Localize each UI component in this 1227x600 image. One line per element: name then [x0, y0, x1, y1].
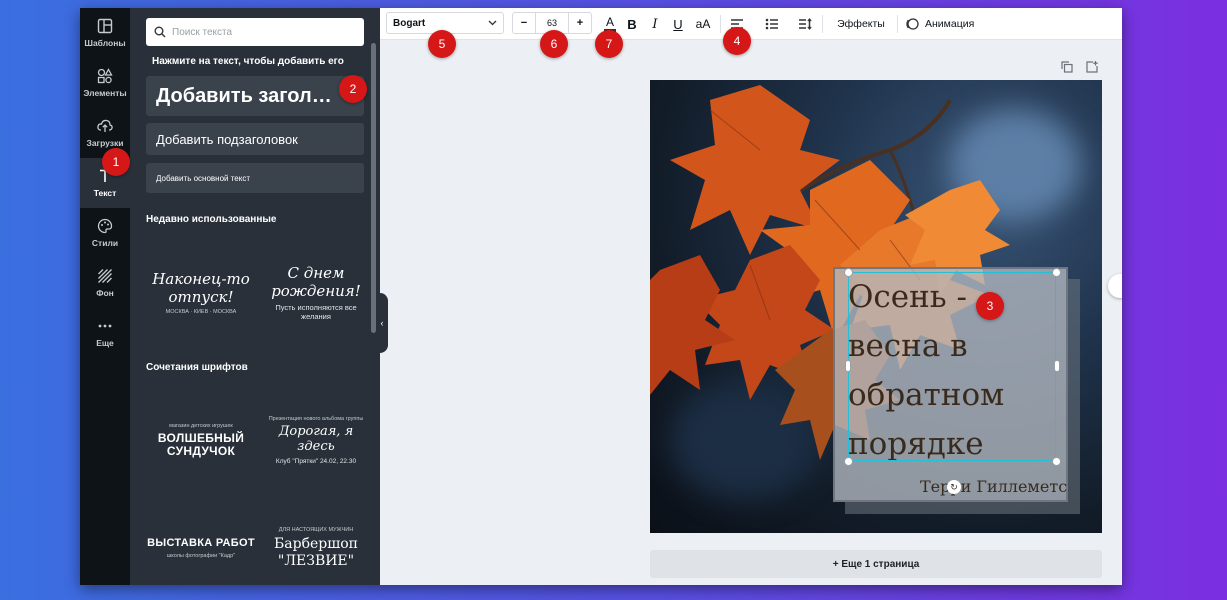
- font-family-value: Bogart: [393, 17, 426, 29]
- rail-item-label: Элементы: [83, 88, 127, 98]
- text-toolbar: Bogart − 63 + A B I U aA Эффекты Анимаци…: [380, 8, 1122, 40]
- rail-item-label: Фон: [96, 288, 114, 298]
- resize-handle[interactable]: [844, 268, 853, 277]
- template-main-text: Наконец-то отпуск!: [152, 270, 250, 306]
- template-top-text: Презентация нового альбома группы: [268, 415, 364, 422]
- rail-item-elements[interactable]: Элементы: [80, 58, 130, 108]
- combos-section-title: Сочетания шрифтов: [146, 362, 248, 373]
- background-icon: [96, 268, 114, 284]
- search-box[interactable]: [146, 18, 364, 46]
- add-more-pages-button[interactable]: + Еще 1 страница: [650, 550, 1102, 578]
- chevron-down-icon: [488, 20, 497, 26]
- font-size-decrease-button[interactable]: −: [513, 13, 535, 33]
- add-body-text-button[interactable]: Добавить основной текст: [146, 163, 364, 193]
- combo-template-toy-shop[interactable]: магазин детских игрушек ВОЛШЕБНЫЙ СУНДУЧ…: [146, 393, 256, 488]
- template-sub-text: школы фотографии "Кадр": [166, 552, 236, 559]
- template-main-text: Барбершоп "ЛЕЗВИЕ": [273, 536, 359, 569]
- add-page-icon: [1086, 61, 1098, 73]
- duplicate-page-button[interactable]: [1061, 61, 1073, 76]
- add-page-button[interactable]: [1086, 61, 1098, 76]
- annotation-badge: 3: [976, 292, 1004, 320]
- rail-item-label: Еще: [96, 338, 114, 348]
- rail-item-label: Стили: [91, 238, 119, 248]
- recent-section-title: Недавно использованные: [146, 214, 277, 225]
- text-selection-box[interactable]: [848, 272, 1056, 461]
- template-main-text: Дорогая, я здесь: [278, 423, 354, 454]
- template-sub-text: Пусть исполняются все желания: [275, 302, 357, 321]
- italic-button[interactable]: I: [648, 14, 662, 34]
- combo-template-barbershop[interactable]: ДЛЯ НАСТОЯЩИХ МУЖЧИН Барбершоп "ЛЕЗВИЕ": [260, 513, 372, 583]
- resize-handle[interactable]: [1054, 360, 1060, 372]
- rail-item-more[interactable]: Еще: [80, 308, 130, 358]
- author-text[interactable]: Терри Гиллеметс: [920, 477, 1067, 496]
- combo-template-exhibition[interactable]: ВЫСТАВКА РАБОТ школы фотографии "Кадр": [146, 513, 256, 583]
- templates-icon: [96, 18, 114, 34]
- toolbar-divider: [897, 15, 898, 33]
- template-sub-text: Клуб "Прятки" 24.02, 22.30: [275, 457, 357, 465]
- elements-icon: [96, 68, 114, 84]
- palette-icon: [96, 218, 114, 234]
- annotation-badge: 7: [595, 30, 623, 58]
- animation-icon: [906, 18, 919, 30]
- rail-item-styles[interactable]: Стили: [80, 208, 130, 258]
- duplicate-icon: [1061, 61, 1073, 73]
- template-main-text: ВЫСТАВКА РАБОТ: [147, 537, 255, 550]
- template-main-text: С днем рождения!: [271, 264, 361, 300]
- combo-template-album[interactable]: Презентация нового альбома группы Дорога…: [260, 388, 372, 493]
- template-top-text: магазин детских игрушек: [169, 422, 233, 429]
- more-icon: [96, 318, 114, 334]
- zoom-button[interactable]: [1108, 274, 1122, 298]
- animation-label: Анимация: [925, 18, 975, 30]
- search-icon: [154, 26, 166, 38]
- annotation-badge: 1: [102, 148, 130, 176]
- recent-template-birthday[interactable]: С днем рождения! Пусть исполняются все ж…: [260, 248, 372, 338]
- panel-scrollbar[interactable]: [371, 43, 376, 333]
- toolbar-divider: [822, 15, 823, 33]
- effects-button[interactable]: Эффекты: [830, 14, 892, 34]
- upload-icon: [96, 118, 114, 134]
- panel-hint: Нажмите на текст, чтобы добавить его: [152, 56, 344, 67]
- annotation-badge: 2: [339, 75, 367, 103]
- bullet-list-icon: [765, 18, 778, 30]
- line-spacing-icon: [799, 18, 812, 30]
- rail-item-label: Загрузки: [86, 138, 124, 148]
- letter-case-button[interactable]: aA: [693, 14, 713, 34]
- rail-item-background[interactable]: Фон: [80, 258, 130, 308]
- left-rail: Шаблоны Элементы Загрузки Текст Стили Фо…: [80, 8, 130, 585]
- annotation-badge: 6: [540, 30, 568, 58]
- rail-item-templates[interactable]: Шаблоны: [80, 8, 130, 58]
- toolbar-divider: [720, 15, 721, 33]
- editor-window: Шаблоны Элементы Загрузки Текст Стили Фо…: [80, 8, 1122, 585]
- animation-button[interactable]: Анимация: [905, 14, 985, 34]
- template-main-text: ВОЛШЕБНЫЙ СУНДУЧОК: [157, 430, 245, 458]
- design-canvas[interactable]: Осень - весна в обратном порядке Терри Г…: [650, 80, 1102, 533]
- search-input[interactable]: [172, 26, 352, 38]
- template-top-text: ДЛЯ НАСТОЯЩИХ МУЖЧИН: [278, 527, 354, 534]
- rotate-handle[interactable]: ↻: [947, 480, 961, 494]
- template-sub-text: МОСКВА · КИЕВ · МОСКВА: [165, 308, 237, 315]
- list-button[interactable]: [763, 14, 781, 34]
- resize-handle[interactable]: [1052, 268, 1061, 277]
- add-subheading-button[interactable]: Добавить подзаголовок: [146, 123, 364, 155]
- spacing-button[interactable]: [796, 14, 814, 34]
- collapse-panel-button[interactable]: ‹: [376, 293, 388, 353]
- recent-template-vacation[interactable]: Наконец-то отпуск! МОСКВА · КИЕВ · МОСКВ…: [146, 248, 256, 338]
- annotation-badge: 4: [723, 27, 751, 55]
- add-heading-button[interactable]: Добавить загол…: [146, 76, 364, 116]
- bold-button[interactable]: B: [625, 14, 639, 34]
- underline-button[interactable]: U: [671, 14, 685, 34]
- annotation-badge: 5: [428, 30, 456, 58]
- text-color-icon: A: [605, 15, 614, 29]
- rail-item-label: Шаблоны: [84, 38, 126, 48]
- rail-item-label: Текст: [93, 188, 117, 198]
- resize-handle[interactable]: [844, 457, 853, 466]
- resize-handle[interactable]: [845, 360, 851, 372]
- chevron-left-icon: ‹: [380, 318, 384, 328]
- rotate-icon: ↻: [950, 481, 958, 492]
- font-size-increase-button[interactable]: +: [569, 13, 591, 33]
- resize-handle[interactable]: [1052, 457, 1061, 466]
